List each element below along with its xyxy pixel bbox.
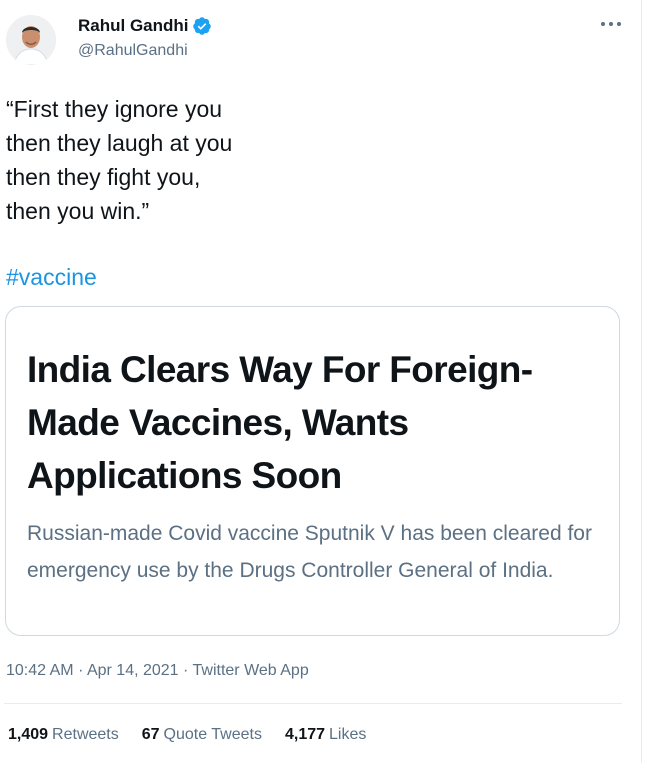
verified-badge-icon xyxy=(192,16,212,36)
meta-separator: · xyxy=(78,662,84,679)
tweet-text: “First they ignore you then they laugh a… xyxy=(6,96,233,224)
quote-tweets-count: 67 xyxy=(141,726,160,743)
likes-label: Likes xyxy=(329,726,367,743)
hashtag-link[interactable]: #vaccine xyxy=(6,260,97,294)
card-headline: India Clears Way For Foreign-Made Vaccin… xyxy=(27,349,533,496)
tweet-source[interactable]: Twitter Web App xyxy=(193,662,309,679)
likes-count: 4,177 xyxy=(284,726,326,743)
retweets-stat[interactable]: 1,409 Retweets xyxy=(8,724,119,746)
card-description: Russian-made Covid vaccine Sputnik V has… xyxy=(27,522,592,582)
avatar-image xyxy=(6,15,56,65)
timeline-border xyxy=(641,0,642,763)
quote-tweets-stat[interactable]: 67 Quote Tweets xyxy=(142,724,262,746)
more-options-icon[interactable] xyxy=(598,16,624,32)
link-preview-card[interactable]: India Clears Way For Foreign-Made Vaccin… xyxy=(5,306,620,636)
quote-tweets-label: Quote Tweets xyxy=(163,726,262,743)
avatar[interactable] xyxy=(6,15,56,65)
likes-stat[interactable]: 4,177 Likes xyxy=(285,724,366,746)
tweet-metadata: 10:42 AM · Apr 14, 2021 · Twitter Web Ap… xyxy=(6,660,309,682)
divider xyxy=(4,703,622,704)
tweet-stats: 1,409 Retweets 67 Quote Tweets 4,177 Likes xyxy=(8,724,389,746)
author-display-name[interactable]: Rahul Gandhi xyxy=(78,15,189,37)
retweets-count: 1,409 xyxy=(8,726,49,743)
tweet-timestamp-date[interactable]: Apr 14, 2021 xyxy=(87,662,179,679)
retweets-label: Retweets xyxy=(52,726,119,743)
author-handle[interactable]: @RahulGandhi xyxy=(78,41,188,61)
author-name-row[interactable]: Rahul Gandhi xyxy=(78,15,212,37)
meta-separator: · xyxy=(183,662,189,679)
tweet-timestamp-time[interactable]: 10:42 AM xyxy=(6,662,74,679)
